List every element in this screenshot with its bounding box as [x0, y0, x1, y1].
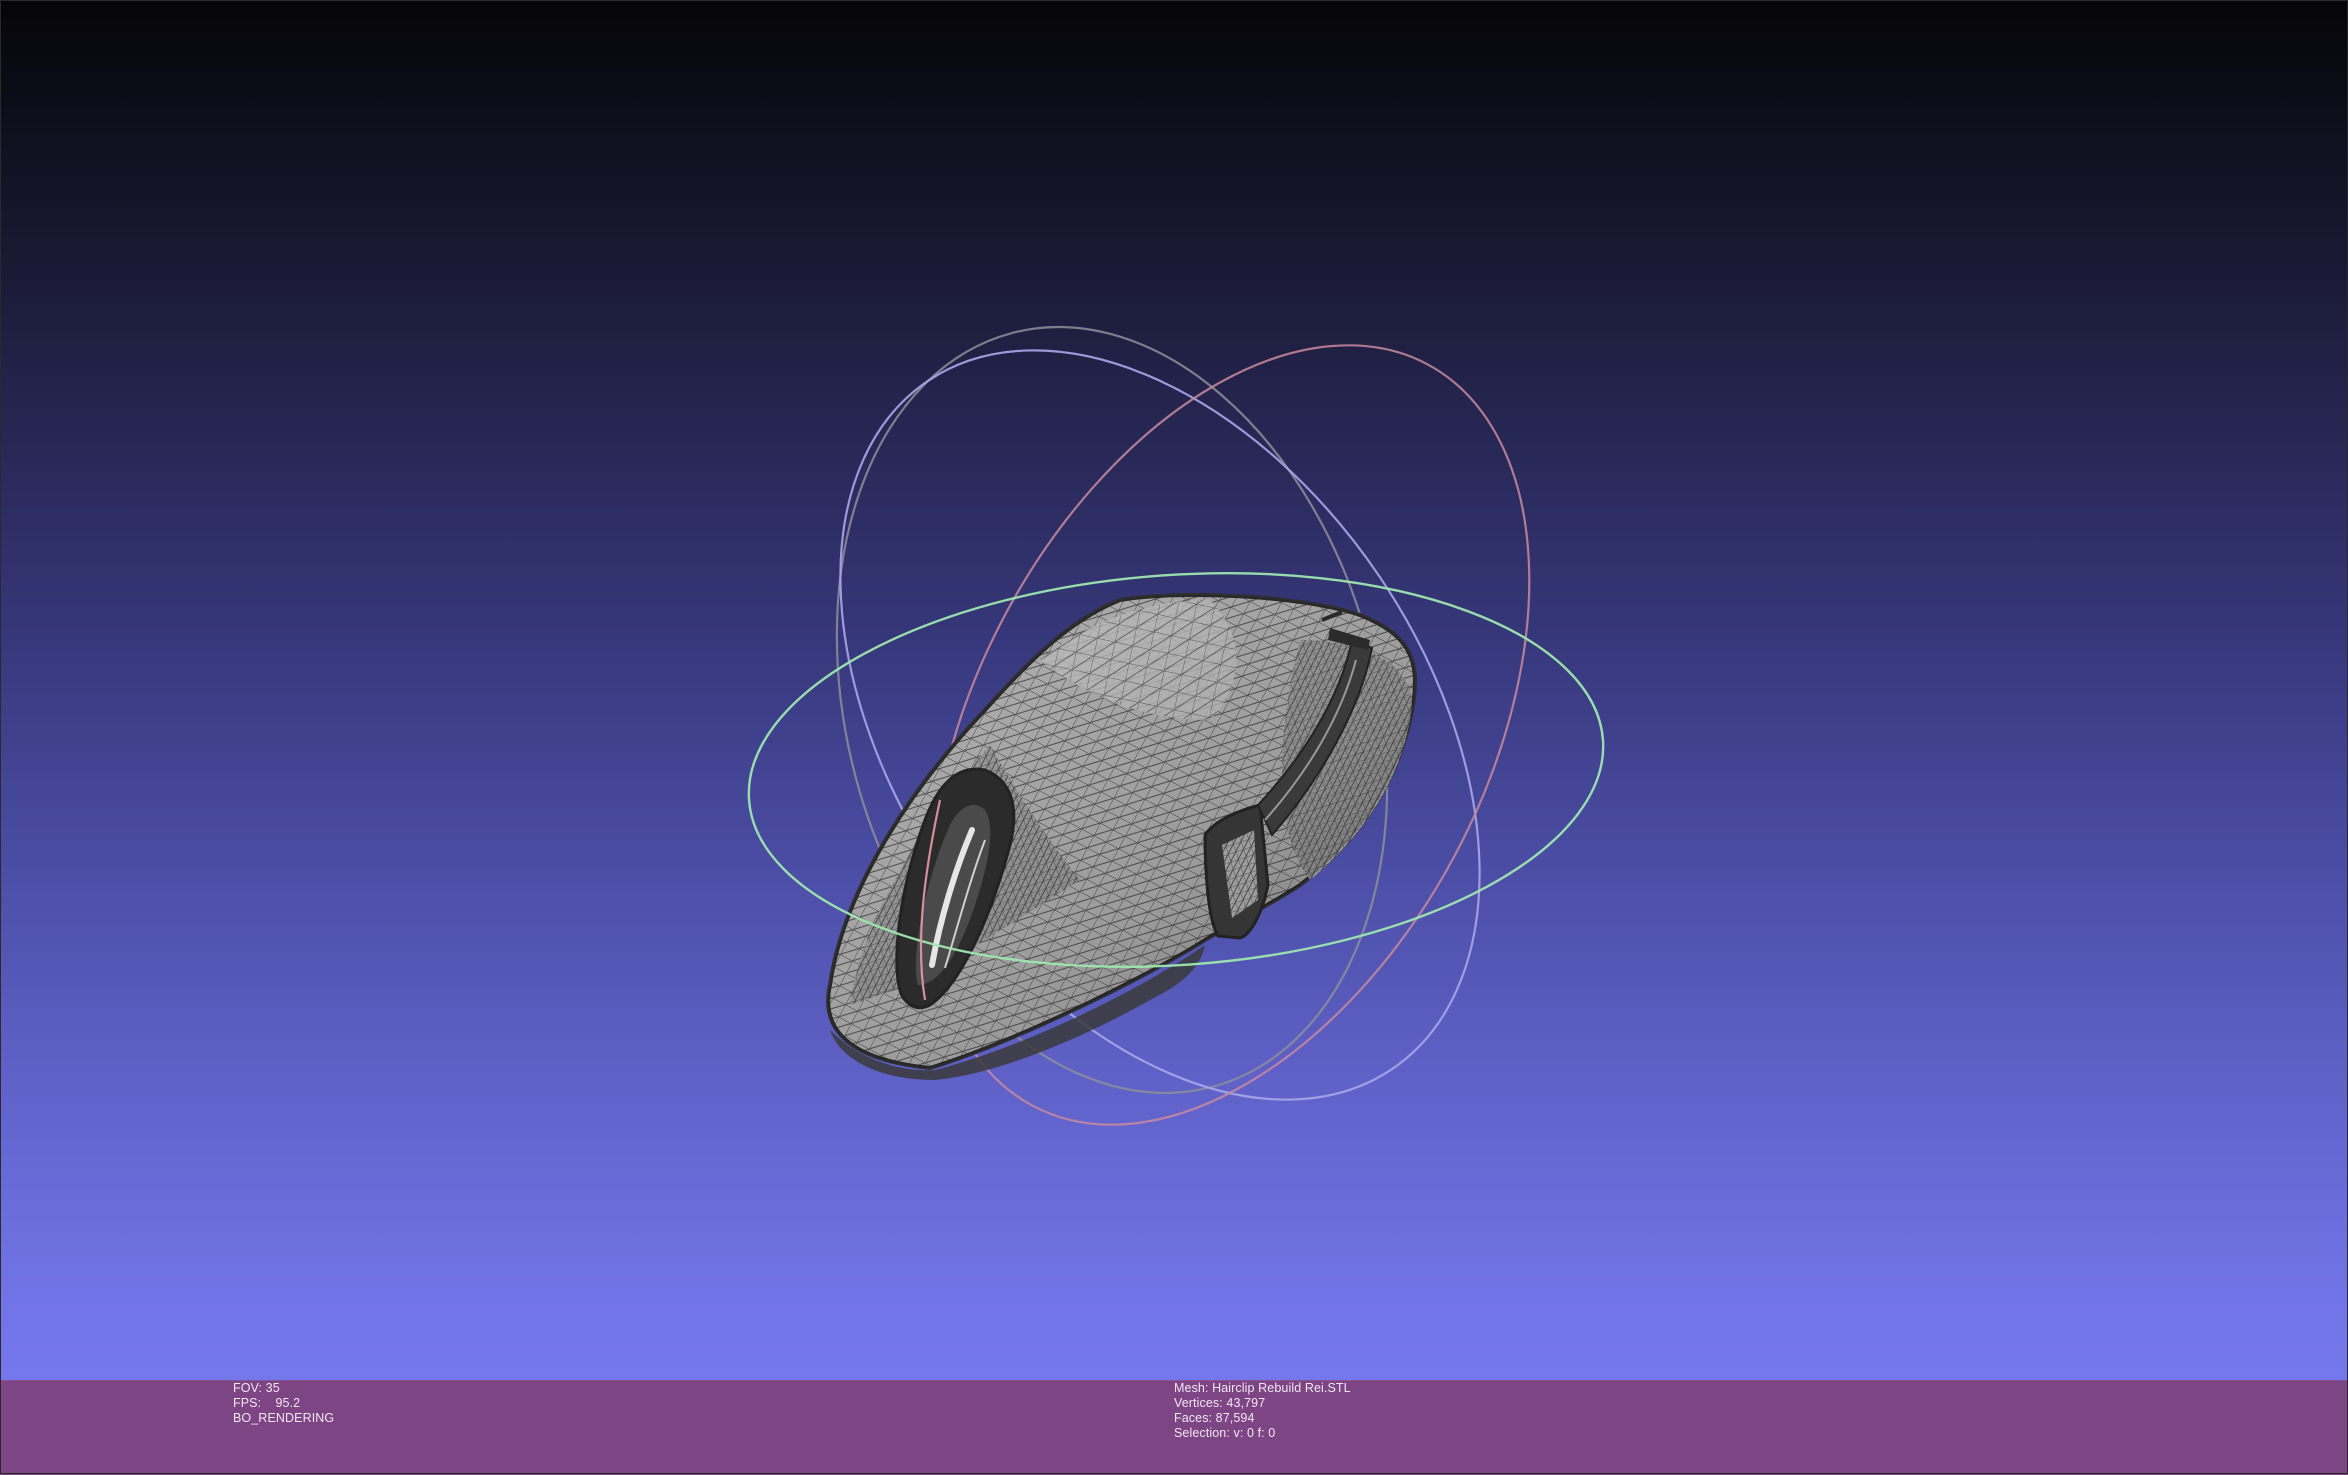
mesh-info-panel: Mesh: Hairclip Rebuild Rei.STL Vertices:… [1174, 1381, 1351, 1441]
fov-readout: FOV: 35 [233, 1381, 280, 1395]
3d-viewport[interactable] [0, 0, 2348, 1380]
mesh-name-readout: Mesh: Hairclip Rebuild Rei.STL [1174, 1381, 1351, 1395]
vertices-readout: Vertices: 43,797 [1174, 1396, 1266, 1410]
fps-readout: FPS: 95.2 [233, 1396, 301, 1410]
render-mode-readout: BO_RENDERING [233, 1411, 335, 1425]
render-info-panel: FOV: 35 FPS: 95.2 BO_RENDERING [233, 1381, 334, 1426]
scene-canvas[interactable] [0, 0, 2348, 1380]
faces-readout: Faces: 87,594 [1174, 1411, 1255, 1425]
selection-readout: Selection: v: 0 f: 0 [1174, 1426, 1276, 1440]
wireframe-mesh-icon[interactable] [826, 593, 1417, 1080]
